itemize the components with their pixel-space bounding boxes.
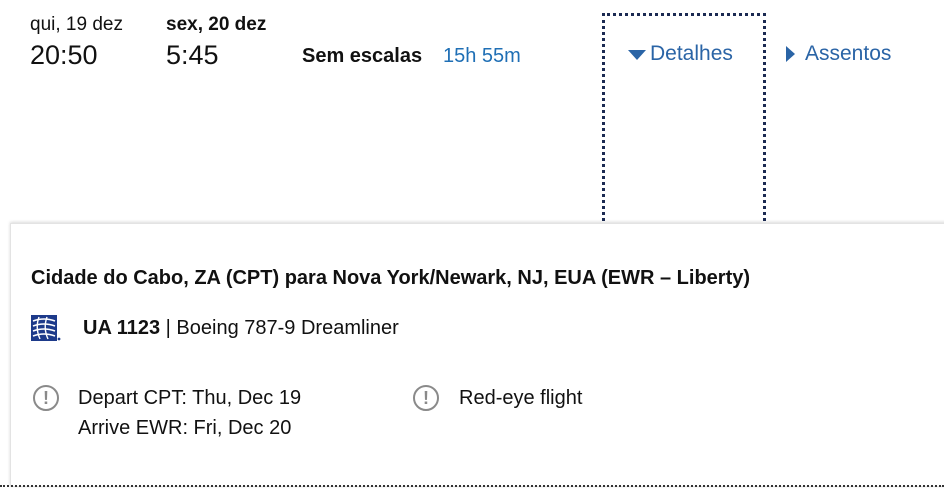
details-toggle-button[interactable]: Detalhes <box>628 42 733 66</box>
flight-details-panel: Cidade do Cabo, ZA (CPT) para Nova York/… <box>10 223 944 487</box>
united-globe-icon <box>31 315 61 341</box>
depart-notice: Depart CPT: Thu, Dec 19 <box>78 387 302 409</box>
section-divider <box>0 485 944 487</box>
date-change-notice: Depart CPT: Thu, Dec 19 Arrive EWR: Fri,… <box>78 383 301 443</box>
arrive-date: sex, 20 dez <box>166 14 267 35</box>
exclamation-circle-icon: ! <box>413 385 439 411</box>
exclamation-circle-icon: ! <box>33 385 59 411</box>
duration-label: 15h 55m <box>443 45 521 67</box>
caret-down-icon <box>628 50 646 60</box>
depart-time: 20:50 <box>30 40 98 70</box>
depart-date: qui, 19 dez <box>30 14 123 35</box>
redeye-notice: Red-eye flight <box>459 387 583 409</box>
seats-toggle-label: Assentos <box>805 42 892 65</box>
seats-toggle-button[interactable]: Assentos <box>786 42 891 66</box>
caret-right-icon <box>786 46 795 62</box>
arrive-time: 5:45 <box>166 40 219 70</box>
flight-number: UA 1123 <box>83 317 161 339</box>
stops-label: Sem escalas <box>302 45 423 67</box>
details-toggle-label: Detalhes <box>650 42 733 65</box>
alert-glyph: ! <box>43 387 49 408</box>
route-title: Cidade do Cabo, ZA (CPT) para Nova York/… <box>31 267 751 289</box>
arrive-notice: Arrive EWR: Fri, Dec 20 <box>78 417 292 439</box>
flight-info: UA 1123 | Boeing 787-9 Dreamliner <box>83 317 399 340</box>
aircraft-type: Boeing 787-9 Dreamliner <box>176 317 399 339</box>
alert-glyph: ! <box>423 387 429 408</box>
info-separator: | <box>165 317 171 339</box>
